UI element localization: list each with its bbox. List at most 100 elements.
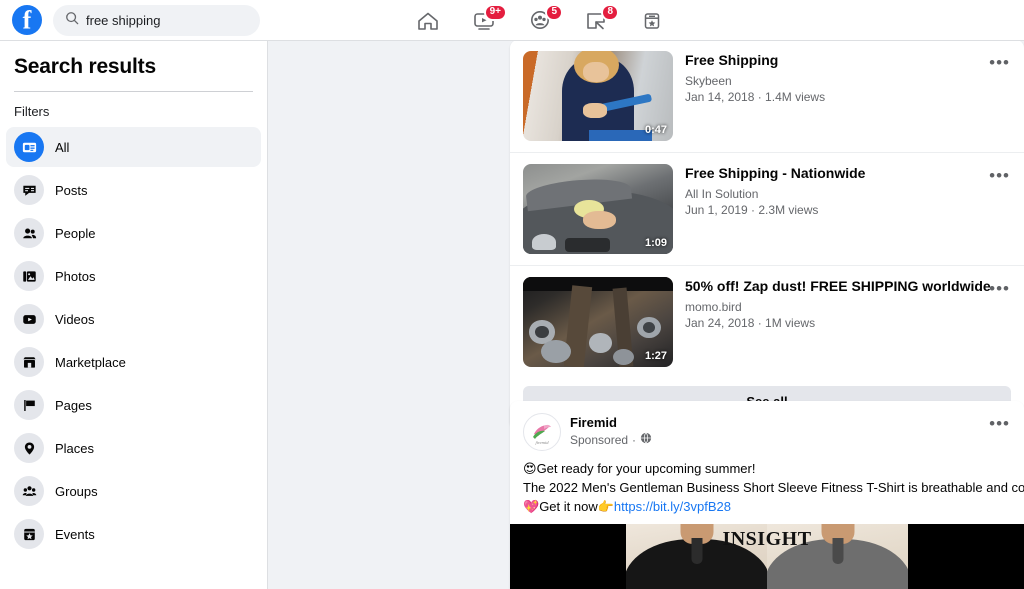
nav-watch-button[interactable]: 9+	[456, 0, 512, 41]
video-duration: 0:47	[644, 124, 667, 136]
filters-heading: Filters	[14, 104, 50, 119]
nav-events-button[interactable]	[624, 0, 680, 41]
video-info: 50% off! Zap dust! FREE SHIPPING worldwi…	[685, 277, 1012, 333]
video-title[interactable]: Free Shipping - Nationwide	[685, 165, 1012, 183]
sidebar-item-pages[interactable]: Pages	[6, 385, 261, 425]
photos-icon	[14, 261, 44, 291]
events-star-icon	[638, 8, 666, 34]
search-input[interactable]: free shipping	[53, 4, 260, 36]
ad-text-line-3: 💖Get it now👉https://bit.ly/3vpfB28	[523, 498, 1011, 517]
watch-video-icon: 9+	[470, 3, 507, 34]
video-info: Free Shipping Skybeen Jan 14, 2018 · 1.4…	[685, 51, 1012, 107]
marketplace-icon	[14, 347, 44, 377]
ad-line-3-text: Get it now	[539, 498, 598, 514]
model-collar	[691, 538, 702, 565]
sponsored-post-card: firemid Firemid Sponsored · ••• 😍Get rea…	[510, 401, 1024, 589]
video-results-card: 0:47 Free Shipping Skybeen Jan 14, 2018 …	[510, 41, 1024, 429]
sponsored-post-image[interactable]: INSIGHT	[510, 524, 1024, 589]
sidebar-item-posts[interactable]: Posts	[6, 170, 261, 210]
nav-gaming-button[interactable]: 8	[568, 0, 624, 41]
sidebar-item-events[interactable]: Events	[6, 514, 261, 554]
more-options-icon[interactable]: •••	[989, 280, 1010, 297]
search-filters-sidebar: Search results Filters All Posts People …	[0, 41, 268, 589]
page-title: Search results	[14, 55, 156, 78]
sidebar-item-label: Pages	[55, 397, 92, 413]
sidebar-item-label: People	[55, 225, 96, 241]
search-icon	[65, 11, 79, 30]
main-content-area: 0:47 Free Shipping Skybeen Jan 14, 2018 …	[269, 41, 1024, 589]
heart-eyes-emoji: 😍	[523, 462, 537, 477]
gaming-icon: 8	[582, 3, 619, 34]
more-options-icon[interactable]: •••	[989, 415, 1010, 432]
ad-text-line-1: 😍Get ready for your upcoming summer!	[523, 460, 1011, 479]
groups-icon	[14, 476, 44, 506]
sidebar-item-label: Groups	[55, 483, 98, 499]
video-result-row[interactable]: 0:47 Free Shipping Skybeen Jan 14, 2018 …	[510, 41, 1024, 152]
divider	[14, 91, 253, 92]
sidebar-item-photos[interactable]: Photos	[6, 256, 261, 296]
video-title[interactable]: 50% off! Zap dust! FREE SHIPPING worldwi…	[685, 278, 1012, 296]
sidebar-item-label: All	[55, 139, 70, 155]
sidebar-item-marketplace[interactable]: Marketplace	[6, 342, 261, 382]
newsfeed-icon	[14, 132, 44, 162]
ad-link[interactable]: https://bit.ly/3vpfB28	[614, 499, 731, 514]
sponsored-meta: Sponsored ·	[570, 432, 652, 449]
sidebar-item-label: Places	[55, 440, 95, 456]
image-letterbox-left	[510, 524, 626, 589]
sponsored-label: Sponsored	[570, 432, 629, 447]
video-author[interactable]: momo.bird	[685, 299, 1012, 316]
sidebar-item-groups[interactable]: Groups	[6, 471, 261, 511]
video-title[interactable]: Free Shipping	[685, 52, 1012, 70]
video-result-row[interactable]: 1:27 50% off! Zap dust! FREE SHIPPING wo…	[510, 265, 1024, 378]
people-icon	[14, 218, 44, 248]
events-star-icon	[14, 519, 44, 549]
places-pin-icon	[14, 433, 44, 463]
ad-text-line-2: The 2022 Men's Gentleman Business Short …	[523, 480, 1024, 496]
image-letterbox-right	[908, 524, 1024, 589]
video-thumbnail[interactable]: 1:09	[523, 164, 673, 254]
sidebar-item-label: Posts	[55, 182, 88, 198]
video-result-row[interactable]: 1:09 Free Shipping - Nationwide All In S…	[510, 152, 1024, 265]
facebook-logo[interactable]	[12, 5, 42, 35]
sidebar-item-label: Videos	[55, 311, 95, 327]
meta-separator: ·	[632, 432, 637, 447]
video-stats: Jan 24, 2018 · 1M views	[685, 316, 816, 331]
avatar[interactable]: firemid	[523, 413, 561, 451]
groups-icon: 5	[526, 3, 563, 34]
sidebar-item-videos[interactable]: Videos	[6, 299, 261, 339]
video-stats: Jan 14, 2018 · 1.4M views	[685, 90, 826, 105]
nav-groups-button[interactable]: 5	[512, 0, 568, 41]
home-icon	[414, 8, 442, 34]
globe-icon	[640, 432, 652, 449]
sidebar-item-people[interactable]: People	[6, 213, 261, 253]
video-author[interactable]: Skybeen	[685, 73, 1012, 90]
video-info: Free Shipping - Nationwide All In Soluti…	[685, 164, 1012, 220]
model-collar	[832, 538, 843, 565]
more-options-icon[interactable]: •••	[989, 54, 1010, 71]
ad-line-1-text: Get ready for your upcoming summer!	[536, 461, 756, 476]
video-thumbnail[interactable]: 1:27	[523, 277, 673, 367]
pages-flag-icon	[14, 390, 44, 420]
posts-icon	[14, 175, 44, 205]
video-thumbnail[interactable]: 0:47	[523, 51, 673, 141]
sidebar-item-label: Events	[55, 526, 95, 542]
page-name[interactable]: Firemid	[570, 415, 652, 432]
watch-badge: 9+	[483, 3, 507, 21]
sponsored-post-identity: Firemid Sponsored ·	[570, 415, 652, 448]
video-duration: 1:09	[644, 237, 667, 249]
sidebar-item-all[interactable]: All	[6, 127, 261, 167]
videos-icon	[14, 304, 44, 334]
sidebar-item-label: Marketplace	[55, 354, 126, 370]
gaming-badge: 8	[601, 3, 619, 21]
sidebar-item-places[interactable]: Places	[6, 428, 261, 468]
ad-image-text: INSIGHT	[722, 528, 812, 551]
nav-home-button[interactable]	[400, 0, 456, 41]
more-options-icon[interactable]: •••	[989, 167, 1010, 184]
search-input-value: free shipping	[86, 12, 161, 28]
groups-badge: 5	[545, 3, 563, 21]
sidebar-item-label: Photos	[55, 268, 96, 284]
heart-emoji: 💖	[523, 499, 540, 515]
video-author[interactable]: All In Solution	[685, 186, 1012, 203]
sponsored-post-header: firemid Firemid Sponsored · •••	[510, 401, 1024, 451]
nav-icon-group: 9+ 5 8	[400, 0, 680, 41]
